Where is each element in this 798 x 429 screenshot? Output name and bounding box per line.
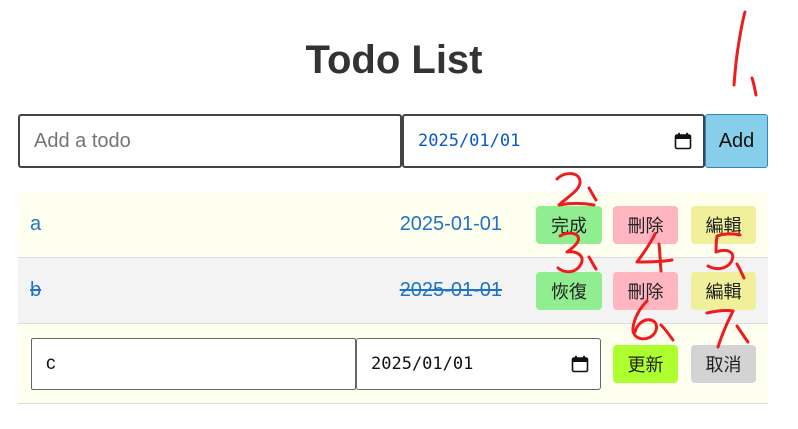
todo-date: 2025-01-01: [399, 279, 502, 301]
cancel-button[interactable]: 取消: [691, 345, 756, 383]
todo-list: a 2025-01-01 完成 刪除 編輯 b 2025-01-01 恢復 刪除…: [18, 192, 768, 404]
add-button[interactable]: Add: [705, 114, 768, 168]
calendar-icon[interactable]: [673, 131, 693, 151]
todo-input[interactable]: [18, 114, 402, 168]
todo-item-editing: 2025/01/01 更新 取消: [18, 324, 768, 404]
edit-button[interactable]: 編輯: [691, 206, 756, 244]
edit-date-field[interactable]: 2025/01/01: [356, 338, 601, 390]
add-date-field[interactable]: 2025/01/01: [402, 114, 705, 168]
calendar-icon[interactable]: [570, 354, 590, 374]
edit-text-input[interactable]: [31, 338, 356, 390]
delete-button[interactable]: 刪除: [613, 272, 678, 310]
todo-text: a: [30, 213, 42, 235]
complete-button[interactable]: 完成: [536, 206, 602, 244]
edit-date-value: 2025/01/01: [371, 354, 474, 374]
restore-button[interactable]: 恢復: [536, 272, 602, 310]
todo-text: b: [30, 279, 42, 301]
edit-button[interactable]: 編輯: [691, 272, 756, 310]
todo-date: 2025-01-01: [399, 213, 502, 235]
update-button[interactable]: 更新: [613, 345, 678, 383]
page-title: Todo List: [305, 38, 483, 82]
add-date-value: 2025/01/01: [418, 131, 521, 151]
todo-item-completed: b 2025-01-01 恢復 刪除 編輯: [18, 258, 768, 324]
delete-button[interactable]: 刪除: [613, 206, 678, 244]
todo-item: a 2025-01-01 完成 刪除 編輯: [18, 192, 768, 258]
